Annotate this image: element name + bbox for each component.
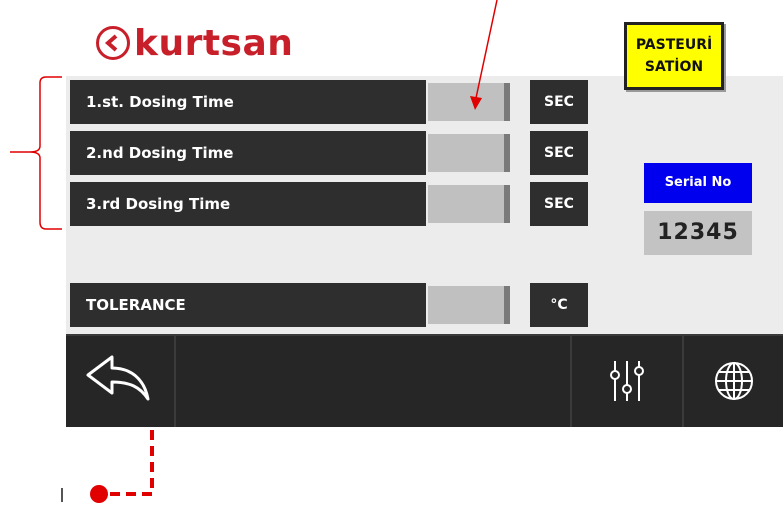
annotation-dot: [90, 485, 108, 503]
annotation-overlay: [10, 0, 498, 503]
annotation-bracket: [10, 76, 62, 230]
annotation-arrow: [470, 0, 498, 110]
annotation-dashed-connector: [108, 430, 154, 496]
